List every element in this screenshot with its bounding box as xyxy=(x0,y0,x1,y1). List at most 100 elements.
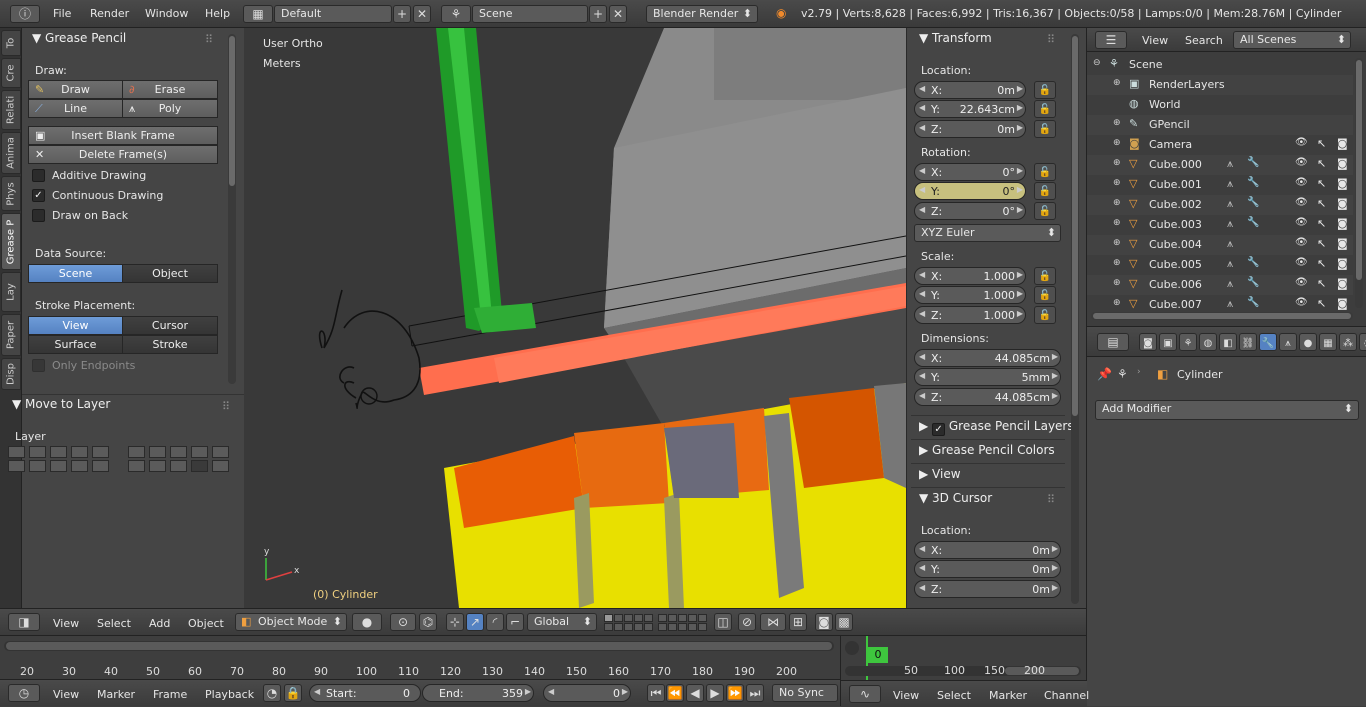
3d-viewport[interactable]: User Ortho Meters y x (0) Cylinder xyxy=(244,28,906,608)
props-tab-physics[interactable]: ◌ xyxy=(1359,333,1366,351)
expand-icon[interactable]: ⊕ xyxy=(1113,258,1121,268)
play-button[interactable]: ▶ xyxy=(706,684,724,702)
eye-icon[interactable]: 👁 xyxy=(1295,277,1308,288)
menu-window[interactable]: Window xyxy=(145,7,188,20)
view-panel-header[interactable]: ▶ View xyxy=(919,467,961,481)
shading-select[interactable]: ● xyxy=(352,613,382,631)
tab-physics[interactable]: Phys xyxy=(1,176,21,211)
placement-view-button[interactable]: View xyxy=(28,316,123,335)
outliner-row[interactable]: ⊕ ▽ Cube.005 👁 ↖ ◙ ⩚ 🔧 xyxy=(1087,255,1353,275)
add-layout-button[interactable]: + xyxy=(393,5,411,23)
graph-menu-view[interactable]: View xyxy=(893,689,919,702)
cursor-select-icon[interactable]: ↖ xyxy=(1317,177,1326,190)
outliner-scrollbar[interactable] xyxy=(1355,58,1363,308)
graph-menu-channel[interactable]: Channel xyxy=(1044,689,1089,702)
dimension-y-field[interactable]: ◀ Y: 5mm ▶ xyxy=(914,368,1061,386)
properties-editor-type-button[interactable]: ▤ xyxy=(1097,333,1129,351)
transform-orientation-select[interactable]: Global ⬍ xyxy=(527,613,597,631)
layer-cell[interactable] xyxy=(191,446,208,458)
outliner-filter-select[interactable]: All Scenes ⬍ xyxy=(1233,31,1351,49)
tool-shelf-scrollbar[interactable] xyxy=(228,34,236,384)
scene-layer-button[interactable] xyxy=(624,623,633,631)
increment-arrow-icon[interactable]: ▶ xyxy=(1052,352,1058,361)
props-tab-constraints[interactable]: ⛓ xyxy=(1239,333,1257,351)
scene-layer-button[interactable] xyxy=(624,614,633,622)
lock-toggle[interactable]: 🔓 xyxy=(1034,286,1056,304)
timeline-menu-playback[interactable]: Playback xyxy=(205,688,254,701)
decrement-arrow-icon[interactable]: ◀ xyxy=(919,205,925,214)
lock-toggle[interactable]: 🔓 xyxy=(1034,100,1056,118)
location-y-field[interactable]: ◀ Y: 22.643cm ▶ xyxy=(914,100,1026,118)
scene-layer-button[interactable] xyxy=(644,623,653,631)
editor-type-button[interactable]: ⓘ xyxy=(10,5,40,23)
play-reverse-button[interactable]: ◀ xyxy=(686,684,704,702)
expand-icon[interactable]: ⊕ xyxy=(1113,78,1121,88)
layer-cell[interactable] xyxy=(29,446,46,458)
3d-cursor-panel-header[interactable]: ▼ 3D Cursor xyxy=(919,491,992,505)
expand-icon[interactable]: ⊕ xyxy=(1113,198,1121,208)
proportional-edit-toggle[interactable]: ⊘ xyxy=(738,613,756,631)
increment-arrow-icon[interactable]: ▶ xyxy=(1052,391,1058,400)
snap-target-select[interactable]: ⊞ xyxy=(789,613,807,631)
decrement-arrow-icon[interactable]: ◀ xyxy=(919,371,925,380)
outliner-editor-type-button[interactable]: ☰ xyxy=(1095,31,1127,49)
outliner-row[interactable]: ⊕ ▽ Cube.004 👁 ↖ ◙ ⩚ xyxy=(1087,235,1353,255)
decrement-arrow-icon[interactable]: ◀ xyxy=(548,687,554,696)
cursor-y-field[interactable]: ◀ Y: 0m ▶ xyxy=(914,560,1061,578)
increment-arrow-icon[interactable]: ▶ xyxy=(1052,371,1058,380)
expand-icon[interactable]: ⊕ xyxy=(1113,138,1121,148)
screen-layout-button[interactable]: ▦ xyxy=(243,5,273,23)
scene-layer-button[interactable] xyxy=(604,623,613,631)
manipulator-toggle[interactable]: ⊹ xyxy=(446,613,464,631)
decrement-arrow-icon[interactable]: ◀ xyxy=(919,166,925,175)
render-animation-button[interactable]: ▩ xyxy=(835,613,853,631)
props-tab-world[interactable]: ◍ xyxy=(1199,333,1217,351)
expand-icon[interactable]: ⊕ xyxy=(1113,218,1121,228)
delete-layout-button[interactable]: ✕ xyxy=(413,5,431,23)
location-z-field[interactable]: ◀ Z: 0m ▶ xyxy=(914,120,1026,138)
timeline-editor-type-button[interactable]: ◷ xyxy=(8,684,40,702)
decrement-arrow-icon[interactable]: ◀ xyxy=(919,270,925,279)
timeline[interactable]: 20 30 40 50 60 70 80 90 100 110 120 130 140 150 160 170… xyxy=(0,635,840,679)
jump-end-button[interactable]: ⏭ xyxy=(746,684,764,702)
start-frame-field[interactable]: ◀ Start: 0 xyxy=(309,684,421,702)
decrement-arrow-icon[interactable]: ◀ xyxy=(919,103,925,112)
layer-cell[interactable] xyxy=(212,460,229,472)
outliner-row[interactable]: ⊖ ⚘ Scene xyxy=(1087,55,1353,75)
timeline-scrollbar[interactable] xyxy=(4,641,834,651)
scene-layer-button[interactable] xyxy=(668,614,677,622)
tab-relations[interactable]: Relati xyxy=(1,90,21,130)
move-to-layer-panel-header[interactable]: ▼ Move to Layer xyxy=(12,397,110,411)
increment-arrow-icon[interactable]: ▶ xyxy=(1017,166,1023,175)
drag-handle-icon[interactable]: ⠿ xyxy=(1047,33,1055,46)
tab-animation[interactable]: Anima xyxy=(1,132,21,174)
increment-arrow-icon[interactable]: ▶ xyxy=(525,687,531,696)
view3d-menu-select[interactable]: Select xyxy=(97,617,131,630)
lock-toggle[interactable]: 🔓 xyxy=(1034,267,1056,285)
props-tab-render-layers[interactable]: ▣ xyxy=(1159,333,1177,351)
delete-frames-button[interactable]: ✕ Delete Frame(s) xyxy=(28,145,218,164)
outliner-row[interactable]: ⊕ ◙ Camera 👁 ↖ ◙ xyxy=(1087,135,1353,155)
decrement-arrow-icon[interactable]: ◀ xyxy=(919,583,925,592)
outliner-row[interactable]: ⊕ ✎ GPencil xyxy=(1087,115,1353,135)
outliner-menu-view[interactable]: View xyxy=(1142,34,1168,47)
layer-cell[interactable] xyxy=(191,460,208,472)
grease-pencil-layers-checkbox[interactable]: ✓ xyxy=(932,423,946,436)
lock-toggle[interactable]: 🔓 xyxy=(1034,306,1056,324)
cursor-select-icon[interactable]: ↖ xyxy=(1317,257,1326,270)
scrollbar-thumb[interactable] xyxy=(6,642,832,650)
grease-pencil-layers-panel-header[interactable]: ▶ ✓ Grease Pencil Layers xyxy=(919,419,1074,436)
tab-create[interactable]: Cre xyxy=(1,58,21,88)
continuous-drawing-checkbox[interactable]: ✓ xyxy=(32,189,45,202)
pivot-manipulate-toggle[interactable]: ⌬ xyxy=(419,613,437,631)
layer-cell[interactable] xyxy=(92,460,109,472)
only-endpoints-checkbox[interactable] xyxy=(32,359,45,372)
graph-menu-select[interactable]: Select xyxy=(937,689,971,702)
scene-layer-button[interactable] xyxy=(688,623,697,631)
decrement-arrow-icon[interactable]: ◀ xyxy=(919,391,925,400)
additive-drawing-checkbox[interactable] xyxy=(32,169,45,182)
end-frame-field[interactable]: End: 359 ▶ xyxy=(422,684,534,702)
poly-button[interactable]: ⩚ Poly xyxy=(122,99,218,118)
eye-icon[interactable]: 👁 xyxy=(1295,197,1308,208)
decrement-arrow-icon[interactable]: ◀ xyxy=(919,544,925,553)
